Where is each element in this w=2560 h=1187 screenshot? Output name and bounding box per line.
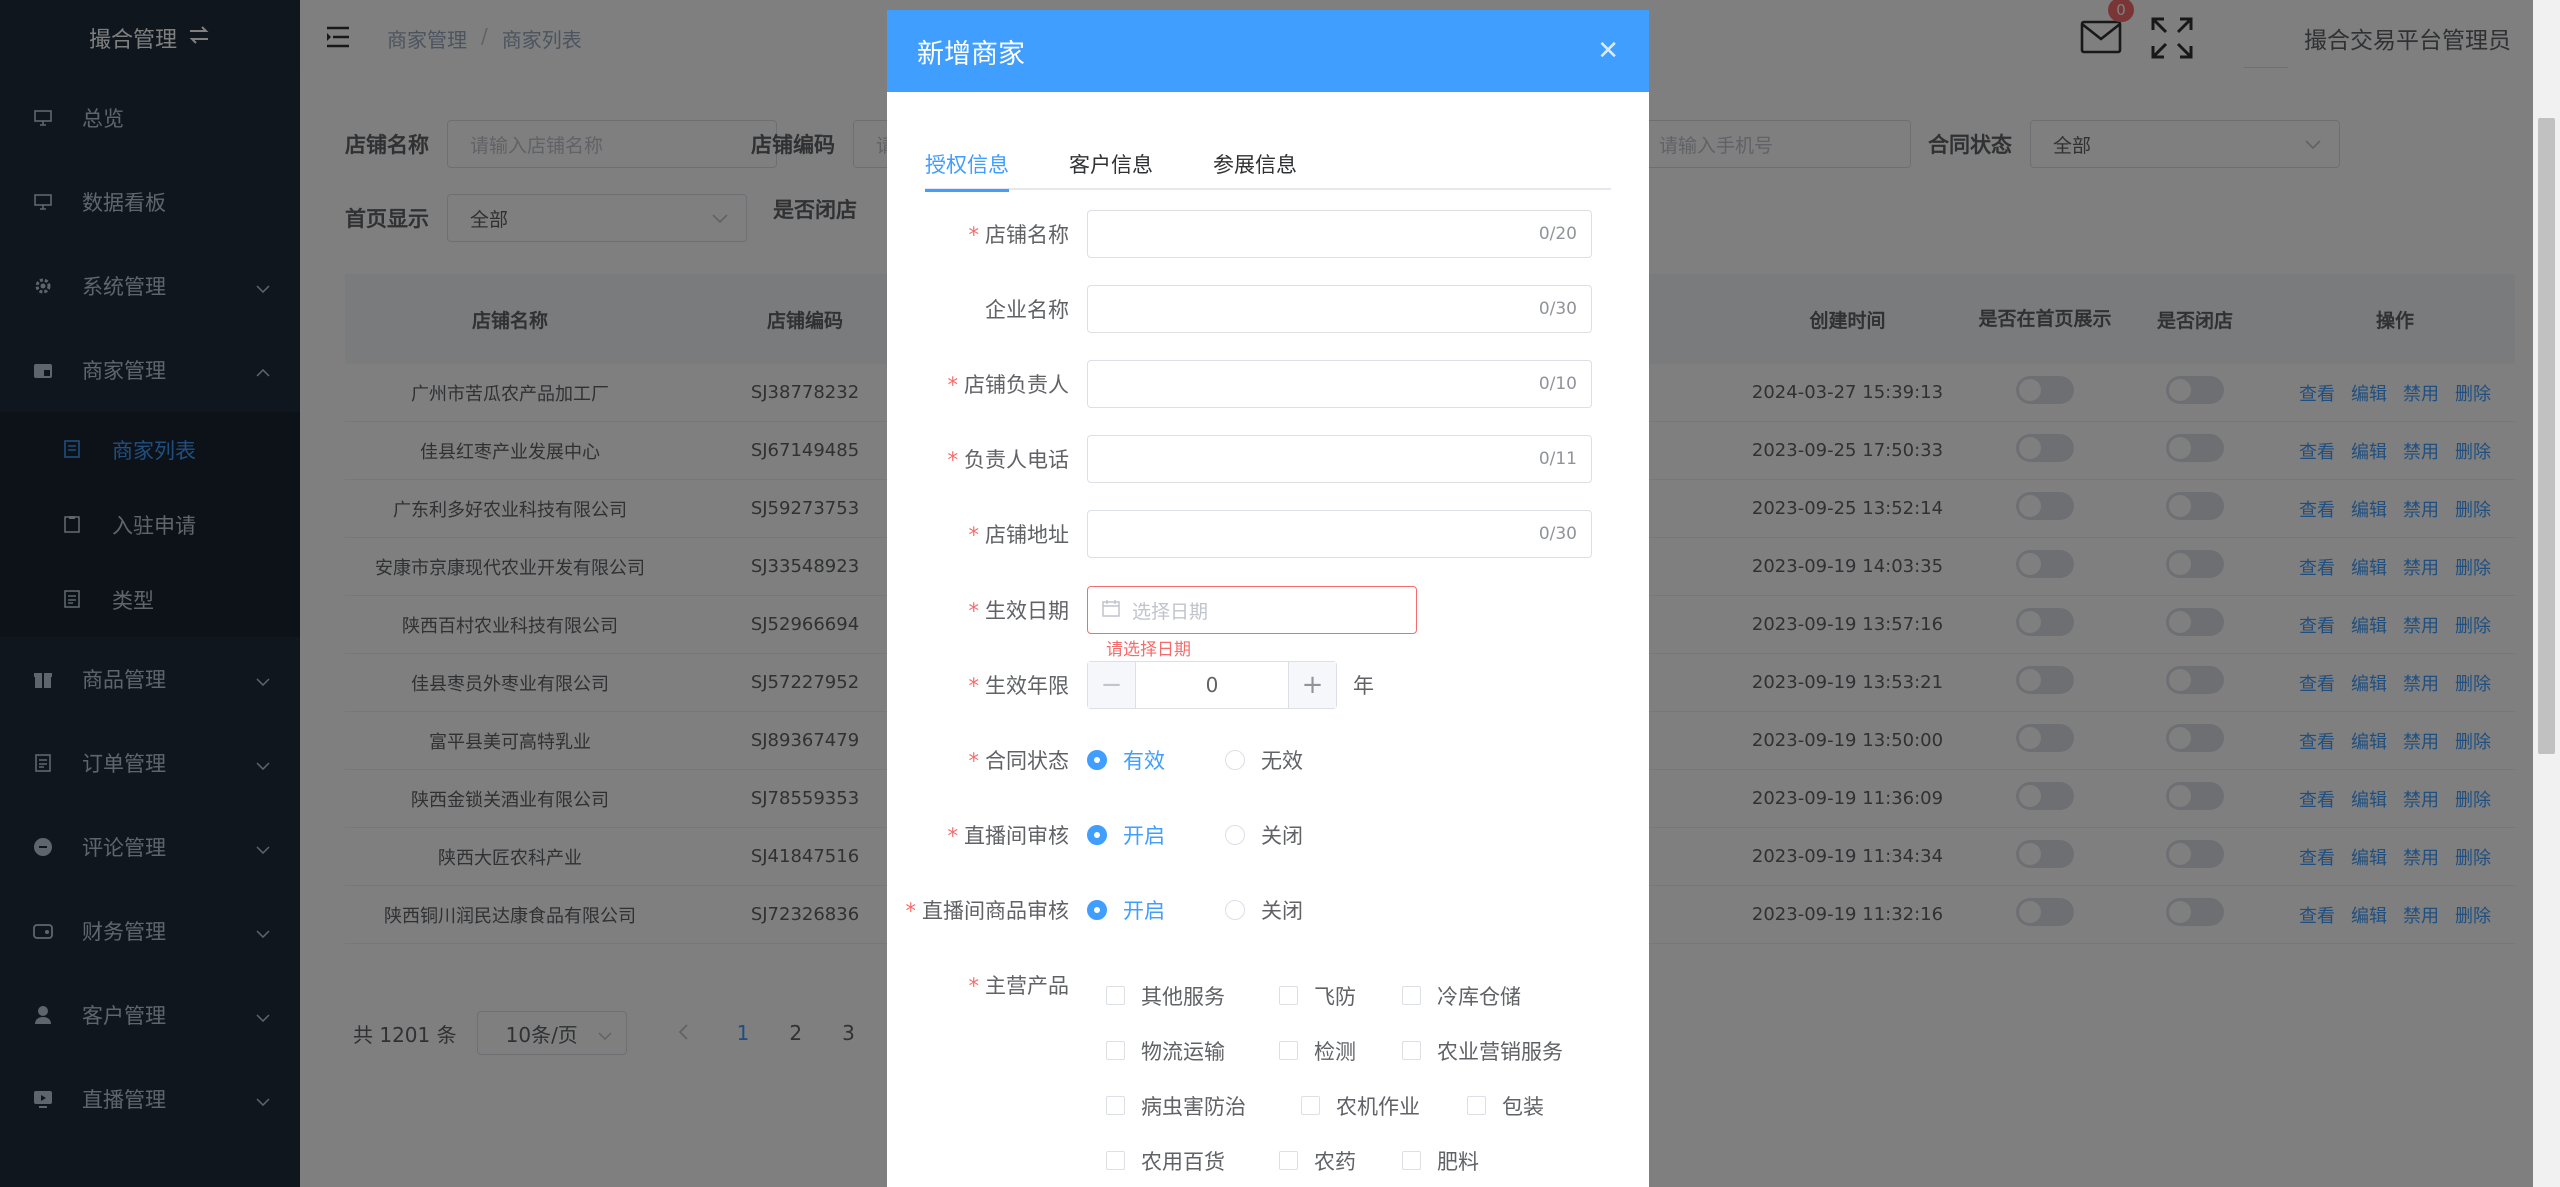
- product-checkbox[interactable]: 检测: [1279, 1036, 1402, 1066]
- field-contract: * 合同状态 有效 无效: [887, 745, 1649, 775]
- char-counter: 0/11: [1538, 449, 1577, 469]
- char-counter: 0/30: [1538, 524, 1577, 544]
- product-checkbox[interactable]: 物流运输: [1106, 1036, 1279, 1066]
- date-error-message: 请选择日期: [1106, 640, 1191, 660]
- field-label: 店铺名称: [985, 223, 1069, 247]
- radio-live-goods-off[interactable]: 关闭: [1225, 895, 1303, 925]
- years-value[interactable]: 0: [1136, 673, 1288, 697]
- tab-exhibition-info[interactable]: 参展信息: [1213, 138, 1297, 190]
- field-label: 负责人电话: [964, 448, 1069, 472]
- product-checkbox[interactable]: 农药: [1279, 1146, 1402, 1176]
- radio-contract-invalid[interactable]: 无效: [1225, 745, 1303, 775]
- store-name-field[interactable]: 0/20: [1087, 210, 1592, 258]
- field-manager: * 店铺负责人 0/10: [887, 360, 1649, 408]
- scrollbar-thumb[interactable]: [2538, 118, 2555, 754]
- products-checkbox-group: 其他服务 飞防 冷库仓储 物流运输 检测 农业营销服务 病虫害防治 农机作业 包装 农用百货 农药肥…: [1106, 968, 1563, 1187]
- product-checkbox[interactable]: 肥料: [1402, 1146, 1479, 1176]
- years-stepper: − 0 +: [1087, 661, 1337, 709]
- field-label: 直播间审核: [964, 824, 1069, 848]
- checkbox-row: 农用百货 农药 肥料: [1106, 1133, 1563, 1187]
- tab-auth-info[interactable]: 授权信息: [925, 138, 1009, 192]
- field-label: 生效日期: [985, 599, 1069, 623]
- product-checkbox[interactable]: 冷库仓储: [1402, 981, 1521, 1011]
- phone-field[interactable]: 0/11: [1087, 435, 1592, 483]
- char-counter: 0/20: [1538, 224, 1577, 244]
- tab-customer-info[interactable]: 客户信息: [1069, 138, 1153, 190]
- checkbox-row: 物流运输 检测 农业营销服务: [1106, 1023, 1563, 1078]
- years-unit: 年: [1353, 674, 1374, 698]
- product-checkbox[interactable]: 其他服务: [1106, 981, 1279, 1011]
- address-field[interactable]: 0/30: [1087, 510, 1592, 558]
- product-checkbox[interactable]: 农业营销服务: [1402, 1036, 1563, 1066]
- add-merchant-dialog: 新增商家 ✕ 授权信息 客户信息 参展信息 * 店铺名称 0/20 企业名称 0/…: [887, 10, 1649, 1187]
- product-checkbox[interactable]: 农机作业: [1301, 1091, 1467, 1121]
- radio-live-review-on[interactable]: 开启: [1087, 820, 1165, 850]
- manager-field[interactable]: 0/10: [1087, 360, 1592, 408]
- product-checkbox[interactable]: 农用百货: [1106, 1146, 1279, 1176]
- product-checkbox[interactable]: 飞防: [1279, 981, 1402, 1011]
- field-label: 店铺地址: [985, 523, 1069, 547]
- date-picker[interactable]: 选择日期: [1087, 586, 1417, 634]
- field-live-goods: * 直播间商品审核 开启 关闭: [887, 895, 1649, 925]
- dialog-tabs: 授权信息 客户信息 参展信息: [925, 138, 1611, 192]
- company-field[interactable]: 0/30: [1087, 285, 1592, 333]
- close-icon[interactable]: ✕: [1597, 36, 1619, 66]
- field-company: 企业名称 0/30: [887, 285, 1649, 333]
- page-scrollbar[interactable]: [2533, 0, 2560, 1187]
- field-label: 生效年限: [985, 674, 1069, 698]
- field-label: 主营产品: [985, 974, 1069, 998]
- field-label: 直播间商品审核: [922, 899, 1069, 923]
- field-live-review: * 直播间审核 开启 关闭: [887, 820, 1649, 850]
- radio-live-goods-on[interactable]: 开启: [1087, 895, 1165, 925]
- decrease-button[interactable]: −: [1088, 662, 1136, 708]
- field-years: * 生效年限 − 0 + 年: [887, 661, 1649, 709]
- field-label: 合同状态: [985, 749, 1069, 773]
- field-address: * 店铺地址 0/30: [887, 510, 1649, 558]
- product-checkbox[interactable]: 病虫害防治: [1106, 1091, 1301, 1121]
- increase-button[interactable]: +: [1288, 662, 1336, 708]
- field-label: 店铺负责人: [964, 373, 1069, 397]
- calendar-icon: [1102, 599, 1120, 622]
- char-counter: 0/10: [1538, 374, 1577, 394]
- checkbox-row: 病虫害防治 农机作业 包装: [1106, 1078, 1563, 1133]
- field-store-name: * 店铺名称 0/20: [887, 210, 1649, 258]
- radio-live-review-off[interactable]: 关闭: [1225, 820, 1303, 850]
- char-counter: 0/30: [1538, 299, 1577, 319]
- field-label: 企业名称: [985, 298, 1069, 322]
- dialog-title: 新增商家: [917, 38, 1025, 70]
- checkbox-row: 其他服务 飞防 冷库仓储: [1106, 968, 1563, 1023]
- radio-contract-valid[interactable]: 有效: [1087, 745, 1165, 775]
- field-date: * 生效日期 选择日期: [887, 586, 1649, 634]
- field-phone: * 负责人电话 0/11: [887, 435, 1649, 483]
- product-checkbox[interactable]: 包装: [1467, 1091, 1544, 1121]
- dialog-header: 新增商家 ✕: [887, 10, 1649, 92]
